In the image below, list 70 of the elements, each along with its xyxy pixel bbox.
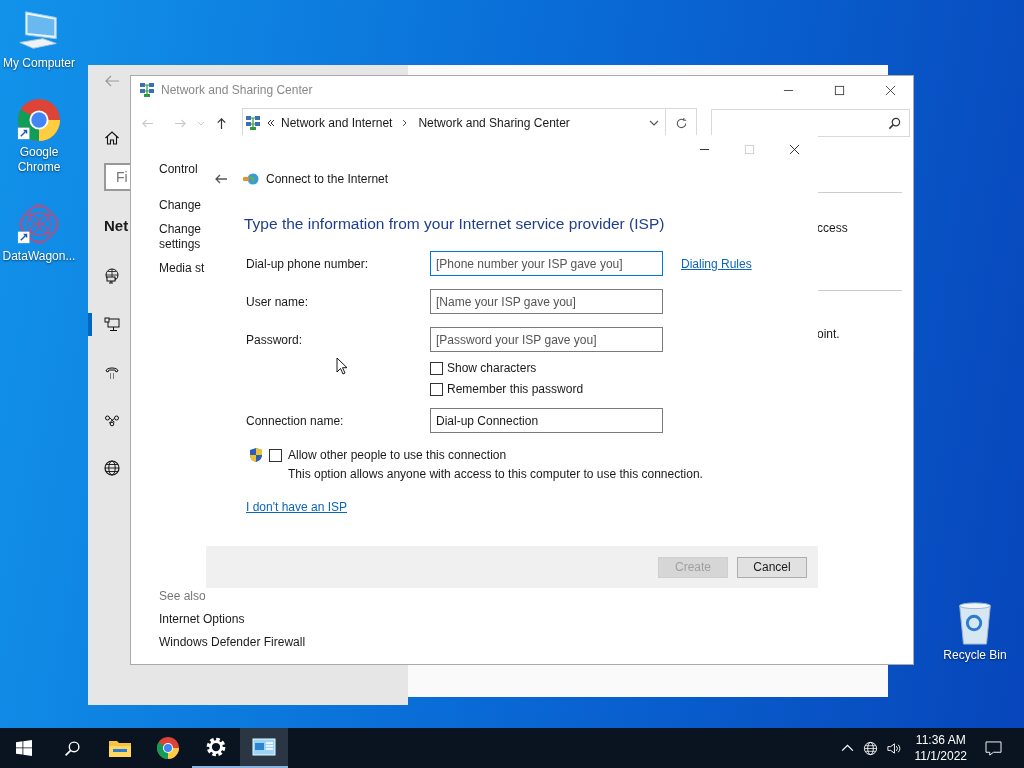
field-label: Connection name:: [246, 413, 345, 430]
network-icon: [139, 82, 155, 98]
checkbox[interactable]: [269, 449, 282, 462]
monitor-icon[interactable]: [104, 316, 120, 332]
windows-logo-icon[interactable]: [16, 740, 32, 756]
close-icon[interactable]: [789, 143, 800, 155]
text-field[interactable]: [Name your ISP gave you]: [430, 289, 663, 314]
shield-icon: [249, 447, 263, 463]
search-icon[interactable]: [888, 116, 901, 130]
no-isp-link[interactable]: I don't have an ISP: [246, 500, 348, 514]
close-icon[interactable]: [885, 84, 896, 96]
option-description: This option allows anyone with access to this computer to use this connection.: [288, 467, 703, 481]
link-icon[interactable]: [104, 412, 120, 428]
checkbox-label[interactable]: Show characters: [447, 361, 537, 375]
text-field[interactable]: Dial-up Connection: [430, 408, 663, 433]
up-arrow-icon[interactable]: [215, 116, 228, 130]
checkbox-label[interactable]: Allow other people to use this connection: [288, 448, 703, 462]
chevron-icon: [402, 119, 409, 127]
control-panel-icon[interactable]: [252, 737, 276, 757]
home-icon[interactable]: [104, 130, 120, 146]
mouse-cursor-icon: [336, 357, 348, 375]
breadcrumb[interactable]: Network and Sharing Center: [418, 116, 570, 130]
network-icon: [245, 115, 261, 131]
notification-icon[interactable]: [985, 740, 1002, 756]
maximize-icon: [744, 143, 755, 155]
breadcrumb[interactable]: Network and Internet: [281, 116, 393, 130]
rosette-icon[interactable]: [16, 201, 62, 247]
globe-icon: [242, 172, 260, 186]
search-placeholder: Fi: [116, 169, 128, 185]
chevron-icon[interactable]: [267, 119, 275, 127]
nav-link[interactable]: Media st: [159, 261, 205, 276]
nav-link[interactable]: Change: [159, 198, 202, 213]
phone-icon[interactable]: [104, 364, 120, 380]
see-also-link[interactable]: Windows Defender Firewall: [159, 635, 306, 650]
field-label: Password:: [246, 332, 304, 349]
search-icon[interactable]: [63, 739, 81, 757]
text-field[interactable]: [Phone number your ISP gave you]: [430, 251, 663, 276]
nav-link[interactable]: settings: [159, 237, 201, 252]
taskbar-app-button[interactable]: [240, 728, 288, 768]
checkbox-label[interactable]: Remember this password: [447, 382, 584, 396]
nav-link[interactable]: Change: [159, 222, 202, 237]
see-also-heading: See also: [159, 589, 206, 604]
gear-icon[interactable]: [205, 736, 227, 758]
text-field[interactable]: [Password your ISP gave you]: [430, 327, 663, 352]
dialog-button[interactable]: Cancel: [737, 556, 807, 578]
checkbox[interactable]: [430, 382, 443, 396]
dialing-rules-link[interactable]: Dialing Rules: [681, 256, 752, 271]
globe-icon[interactable]: [104, 460, 120, 476]
window-title: Network and Sharing Center: [161, 83, 313, 97]
speaker-icon[interactable]: [885, 740, 901, 756]
checkbox[interactable]: [430, 361, 443, 375]
body-text: ccess: [817, 221, 849, 235]
back-arrow-icon[interactable]: [214, 172, 228, 186]
refresh-icon[interactable]: [674, 116, 688, 130]
body-text: oint.: [817, 327, 841, 341]
see-also-link[interactable]: Internet Options: [159, 612, 245, 627]
dialog-title: Connect to the Internet: [266, 172, 389, 186]
maximize-icon[interactable]: [834, 84, 845, 96]
folder-icon[interactable]: [108, 738, 132, 758]
instruction-heading: Type the information from your Internet service provider (ISP): [244, 215, 665, 233]
chrome-icon[interactable]: [156, 736, 180, 760]
clock-date[interactable]: 11/1/2022: [914, 748, 967, 764]
page-heading: Net: [104, 217, 129, 234]
desktop-icon-label[interactable]: Recycle Bin: [936, 648, 1014, 663]
field-label: Dial-up phone number:: [246, 256, 370, 273]
caret-icon[interactable]: [649, 120, 659, 126]
clock-time[interactable]: 11:36 AM: [915, 732, 966, 748]
nav-link[interactable]: Control: [159, 162, 198, 177]
field-label: User name:: [246, 294, 310, 311]
globe-monitor-icon[interactable]: [104, 268, 120, 284]
